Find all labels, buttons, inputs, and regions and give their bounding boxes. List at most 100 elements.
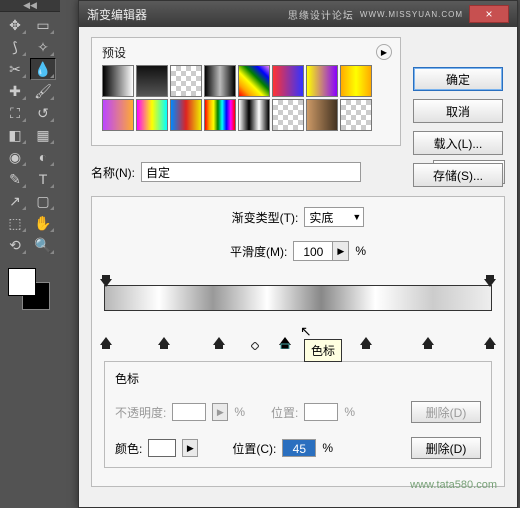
preset-swatch[interactable] [170,99,202,131]
gradient-editor-dialog: 渐变编辑器 思缘设计论坛 WWW.MISSYUAN.COM × 预设 ▶ [78,0,518,508]
zoom-tool[interactable]: 🔍 [30,234,56,256]
color-stop[interactable] [484,337,496,349]
watermark-url: WWW.MISSYUAN.COM [360,10,463,19]
color-stop[interactable] [158,337,170,349]
colorstop-panel: 色标 不透明度: ▶ % 位置: % 删除(D) 颜色: ▶ 位置(C): 45 [104,361,492,468]
color-swatch-input[interactable] [148,439,176,457]
presets-menu-icon[interactable]: ▶ [376,44,392,60]
opacity-unit: % [234,405,245,419]
smoothness-input[interactable]: 100 ▶ [293,241,349,261]
smoothness-unit: % [355,244,366,258]
preset-swatch[interactable] [136,65,168,97]
healing-tool[interactable]: ✚ [2,80,28,102]
position1-input [304,403,338,421]
color-swatch-block[interactable] [4,264,54,314]
type-tool[interactable]: T [30,168,56,190]
color-stop[interactable] [422,337,434,349]
chevron-right-icon[interactable]: ▶ [182,439,198,457]
marquee-tool[interactable]: ▭ [30,14,56,36]
name-input[interactable] [141,162,361,182]
3d-tool[interactable]: ⬚ [2,212,28,234]
lasso-tool[interactable]: ⟆ [2,36,28,58]
move-tool[interactable]: ✥ [2,14,28,36]
opacity-label: 不透明度: [115,404,166,421]
preset-swatch[interactable] [136,99,168,131]
chevron-right-icon[interactable]: ▶ [333,241,349,261]
name-label: 名称(N): [91,164,135,181]
color-stop[interactable] [213,337,225,349]
preset-swatch[interactable] [340,99,372,131]
path-tool[interactable]: ↗ [2,190,28,212]
watermark-text: 思缘设计论坛 [288,7,354,22]
position2-unit: % [322,441,333,455]
gradient-bar[interactable] [104,285,492,311]
preset-swatch[interactable] [306,65,338,97]
save-button[interactable]: 存储(S)... [413,163,503,187]
colorstop-heading: 色标 [115,370,481,387]
gradient-type-panel: 渐变类型(T): 实底 ▼ 平滑度(M): 100 ▶ % [91,196,505,487]
opacity-input [172,403,206,421]
preset-swatch[interactable] [340,65,372,97]
dodge-tool[interactable]: ◐ [30,146,56,168]
titlebar[interactable]: 渐变编辑器 思缘设计论坛 WWW.MISSYUAN.COM × [79,1,517,27]
preset-swatch[interactable] [170,65,202,97]
position1-unit: % [344,405,355,419]
gradient-type-select[interactable]: 实底 ▼ [304,207,364,227]
delete1-button: 删除(D) [411,401,481,423]
dialog-title: 渐变编辑器 [87,6,147,23]
position1-label: 位置: [271,404,298,421]
position2-label: 位置(C): [232,440,276,457]
color-stop-selected[interactable] [279,337,291,349]
wand-tool[interactable]: ✧ [30,36,56,58]
eraser-tool[interactable]: ◧ [2,124,28,146]
midpoint-diamond[interactable] [251,339,259,347]
smoothness-value[interactable]: 100 [293,241,333,261]
crop-tool[interactable]: ✂ [2,58,28,80]
smoothness-label: 平滑度(M): [230,243,287,260]
preset-swatch[interactable] [102,99,134,131]
chevron-right-icon: ▶ [212,403,228,421]
preset-swatch[interactable] [272,65,304,97]
preset-swatch[interactable] [238,65,270,97]
gradient-bar-area: ↖ 色标 [104,285,492,339]
shape-tool[interactable]: ▢ [30,190,56,212]
presets-label: 预设 [102,44,390,61]
blur-tool[interactable]: ◉ [2,146,28,168]
cursor-icon: ↖ [300,323,312,340]
color-stop[interactable] [360,337,372,349]
close-button[interactable]: × [469,5,509,23]
opacity-stop[interactable] [484,275,496,287]
footer-watermark: www.tata580.com [410,479,497,491]
rotate-tool[interactable]: ⟲ [2,234,28,256]
load-button[interactable]: 载入(L)... [413,131,503,155]
gradient-tool[interactable]: ▦ [30,124,56,146]
fg-color-swatch[interactable] [8,268,36,296]
brush-tool[interactable]: 🖌 [30,80,56,102]
history-brush-tool[interactable]: ↺ [30,102,56,124]
preset-swatch[interactable] [306,99,338,131]
preset-swatch[interactable] [204,65,236,97]
preset-swatch[interactable] [102,65,134,97]
cancel-button[interactable]: 取消 [413,99,503,123]
collapse-handle[interactable]: ◀◀ [0,0,60,12]
presets-panel: 预设 ▶ [91,37,401,146]
stamp-tool[interactable]: ⛶ [2,102,28,124]
eyedropper-tool[interactable]: 💧 [30,58,56,80]
pen-tool[interactable]: ✎ [2,168,28,190]
ps-tools-panel: ◀◀ ✥ ▭ ⟆ ✧ ✂ 💧 ✚ 🖌 ⛶ ↺ ◧ ▦ ◉ ◐ ✎ T ↗ ▢ ⬚… [0,0,60,508]
delete2-button[interactable]: 删除(D) [411,437,481,459]
gradient-type-value: 实底 [309,209,333,226]
preset-swatch[interactable] [272,99,304,131]
preset-swatch[interactable] [238,99,270,131]
opacity-stop[interactable] [100,275,112,287]
preset-swatch[interactable] [204,99,236,131]
color-label: 颜色: [115,440,142,457]
gradient-type-label: 渐变类型(T): [232,209,299,226]
ok-button[interactable]: 确定 [413,67,503,91]
chevron-down-icon: ▼ [352,212,361,222]
position2-input[interactable]: 45 [282,439,316,457]
tooltip: 色标 [304,339,342,362]
hand-tool[interactable]: ✋ [30,212,56,234]
preset-swatch-grid [102,65,390,131]
color-stop[interactable] [100,337,112,349]
